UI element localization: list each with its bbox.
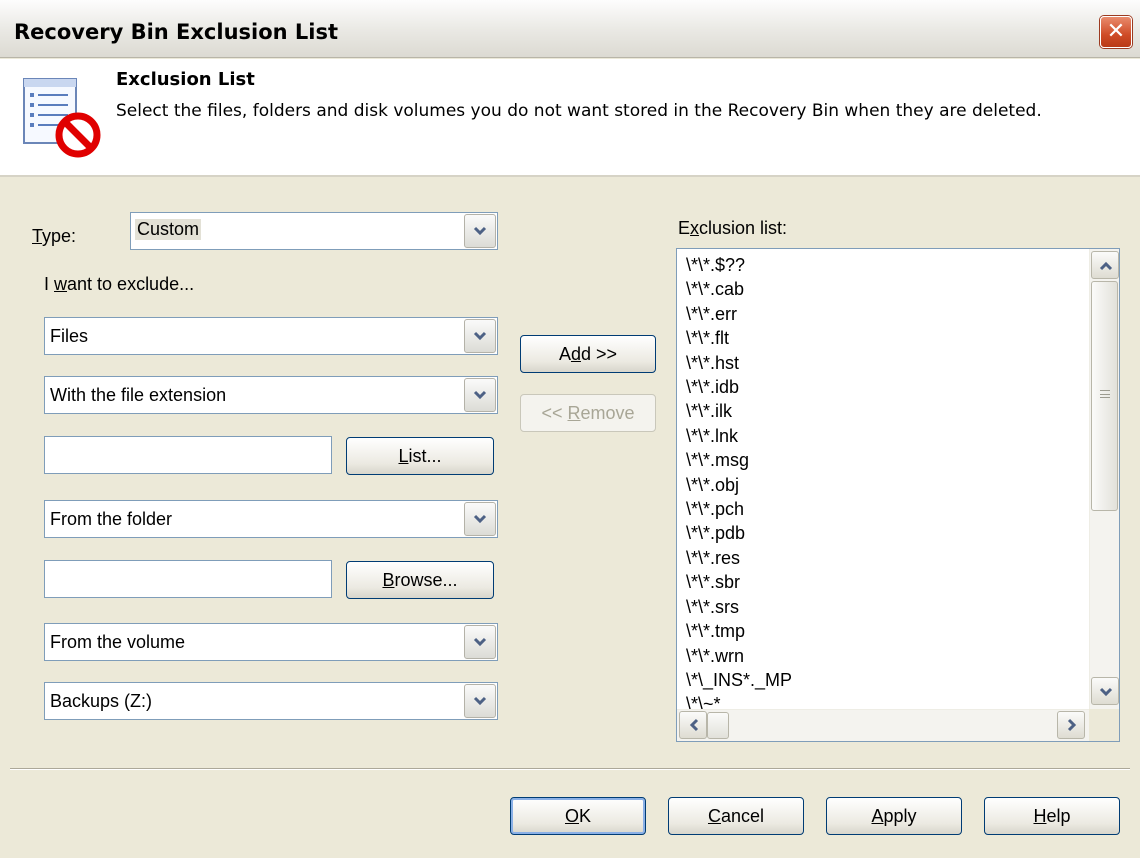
grip-icon bbox=[1100, 390, 1110, 398]
chevron-down-icon bbox=[473, 696, 487, 706]
header-panel: Exclusion List Select the files, folders… bbox=[0, 59, 1140, 177]
scroll-up-button[interactable] bbox=[1091, 251, 1119, 279]
list-button[interactable]: List... bbox=[346, 437, 494, 475]
folder-mode-dropdown-button[interactable] bbox=[464, 502, 496, 536]
header-description: Select the files, folders and disk volum… bbox=[116, 101, 1042, 121]
list-item[interactable]: \*\*.msg bbox=[686, 448, 792, 472]
type-dropdown-button[interactable] bbox=[464, 214, 496, 248]
exclude-type-dropdown-button[interactable] bbox=[464, 319, 496, 353]
cancel-button[interactable]: Cancel bbox=[668, 797, 804, 835]
chevron-right-icon bbox=[1067, 718, 1077, 732]
folder-mode-value: From the folder bbox=[50, 509, 173, 529]
scroll-corner bbox=[1089, 709, 1119, 741]
apply-button[interactable]: Apply bbox=[826, 797, 962, 835]
volume-value: Backups (Z:) bbox=[50, 691, 153, 711]
vertical-scrollbar[interactable] bbox=[1089, 249, 1119, 709]
folder-mode-dropdown[interactable]: From the folder bbox=[44, 500, 498, 538]
exclusion-items: \*\*.$?? \*\*.cab \*\*.err \*\*.flt \*\*… bbox=[686, 253, 792, 717]
list-item[interactable]: \*\*.hst bbox=[686, 351, 792, 375]
help-button[interactable]: Help bbox=[984, 797, 1120, 835]
chevron-down-icon bbox=[473, 390, 487, 400]
list-item[interactable]: \*\*.flt bbox=[686, 326, 792, 350]
chevron-down-icon bbox=[473, 514, 487, 524]
extension-input[interactable] bbox=[44, 436, 332, 474]
remove-button[interactable]: << Remove bbox=[520, 394, 656, 432]
list-item[interactable]: \*\*.sbr bbox=[686, 570, 792, 594]
filter-dropdown[interactable]: With the file extension bbox=[44, 376, 498, 414]
exclude-type-dropdown[interactable]: Files bbox=[44, 317, 498, 355]
exclusion-listbox[interactable]: \*\*.$?? \*\*.cab \*\*.err \*\*.flt \*\*… bbox=[676, 248, 1120, 742]
browse-button[interactable]: Browse... bbox=[346, 561, 494, 599]
folder-input[interactable] bbox=[44, 560, 332, 598]
window-title: Recovery Bin Exclusion List bbox=[14, 20, 339, 44]
volume-mode-value: From the volume bbox=[50, 632, 186, 652]
list-item[interactable]: \*\*.obj bbox=[686, 473, 792, 497]
list-item[interactable]: \*\*.err bbox=[686, 302, 792, 326]
volume-dropdown[interactable]: Backups (Z:) bbox=[44, 682, 498, 720]
filter-value: With the file extension bbox=[50, 385, 227, 405]
scroll-left-button[interactable] bbox=[679, 711, 707, 739]
list-item[interactable]: \*\*.tmp bbox=[686, 619, 792, 643]
list-item[interactable]: \*\*.ilk bbox=[686, 399, 792, 423]
type-dropdown[interactable]: Custom bbox=[130, 212, 498, 250]
list-item[interactable]: \*\*.idb bbox=[686, 375, 792, 399]
volume-dropdown-button[interactable] bbox=[464, 684, 496, 718]
close-icon: ✕ bbox=[1106, 19, 1126, 44]
title-bar: Recovery Bin Exclusion List ✕ bbox=[0, 0, 1140, 58]
filter-dropdown-button[interactable] bbox=[464, 378, 496, 412]
close-button[interactable]: ✕ bbox=[1100, 16, 1132, 48]
volume-mode-dropdown-button[interactable] bbox=[464, 625, 496, 659]
horizontal-scroll-thumb[interactable] bbox=[707, 712, 729, 739]
list-item[interactable]: \*\*.lnk bbox=[686, 424, 792, 448]
scroll-down-button[interactable] bbox=[1091, 677, 1119, 705]
list-item[interactable]: \*\*.wrn bbox=[686, 644, 792, 668]
volume-mode-dropdown[interactable]: From the volume bbox=[44, 623, 498, 661]
chevron-down-icon bbox=[473, 226, 487, 236]
add-button[interactable]: Add >> bbox=[520, 335, 656, 373]
list-item[interactable]: \*\*.pdb bbox=[686, 521, 792, 545]
chevron-up-icon bbox=[1099, 261, 1113, 271]
exclusion-list-label: Exclusion list: bbox=[678, 218, 788, 238]
list-item[interactable]: \*\*.$?? bbox=[686, 253, 792, 277]
chevron-down-icon bbox=[1099, 687, 1113, 697]
list-item[interactable]: \*\*.cab bbox=[686, 277, 792, 301]
type-value: Custom bbox=[135, 219, 202, 240]
scroll-right-button[interactable] bbox=[1057, 711, 1085, 739]
exclude-label: I want to exclude... bbox=[44, 274, 195, 294]
footer-separator bbox=[10, 768, 1130, 770]
chevron-down-icon bbox=[473, 331, 487, 341]
chevron-down-icon bbox=[473, 637, 487, 647]
exclude-type-value: Files bbox=[50, 326, 89, 346]
horizontal-scrollbar[interactable] bbox=[677, 709, 1089, 741]
list-item[interactable]: \*\*.res bbox=[686, 546, 792, 570]
header-title: Exclusion List bbox=[116, 69, 255, 90]
list-item[interactable]: \*\*.srs bbox=[686, 595, 792, 619]
list-item[interactable]: \*\*.pch bbox=[686, 497, 792, 521]
type-label: Type: bbox=[32, 226, 77, 246]
exclusion-list-icon bbox=[23, 78, 101, 158]
chevron-left-icon bbox=[689, 718, 699, 732]
ok-button[interactable]: OK bbox=[510, 797, 646, 835]
list-item[interactable]: \*\_INS*._MP bbox=[686, 668, 792, 692]
vertical-scroll-thumb[interactable] bbox=[1091, 281, 1118, 511]
